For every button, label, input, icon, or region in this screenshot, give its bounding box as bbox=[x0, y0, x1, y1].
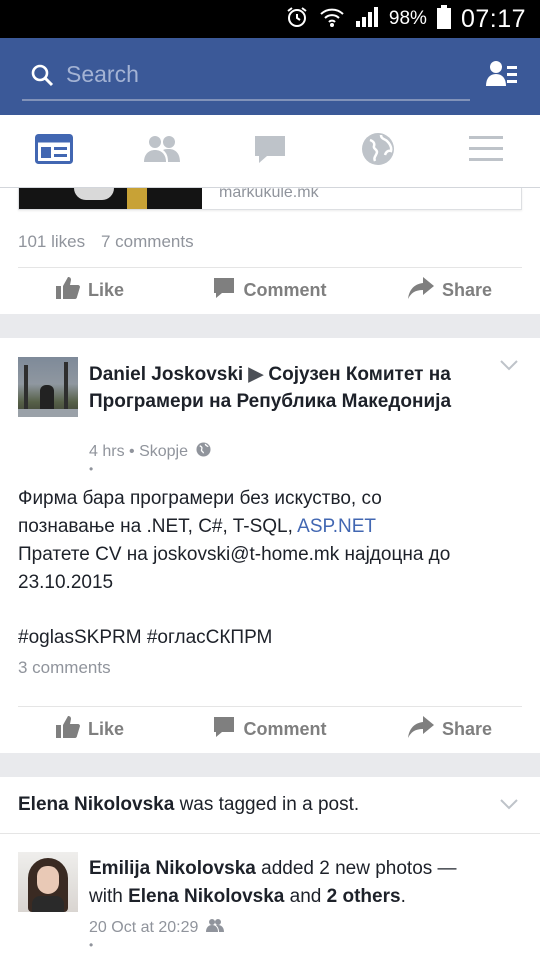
post-body: Фирма бара програмери без искуство, со п… bbox=[18, 485, 518, 652]
like-button[interactable]: Like bbox=[0, 267, 180, 313]
tab-friends[interactable] bbox=[108, 115, 216, 188]
post-text-line: 23.10.2015 bbox=[18, 572, 114, 593]
post-time[interactable]: 4 hrs • Skopje bbox=[89, 443, 188, 461]
post-text-line: Пратете CV на joskovski@t-home.mk најдоц… bbox=[18, 544, 451, 565]
story-time[interactable]: 20 Oct at 20:29 bbox=[89, 919, 198, 937]
globe-icon bbox=[361, 132, 395, 171]
news-feed: markukule.mk 101 likes 7 comments Like C… bbox=[0, 188, 540, 960]
tagged-story-card: Elena Nikolovska was tagged in a post. E… bbox=[0, 777, 540, 960]
share-icon bbox=[407, 276, 434, 304]
others-link[interactable]: 2 others bbox=[327, 886, 401, 907]
arrow-icon: ▶ bbox=[248, 364, 264, 385]
with-user-name[interactable]: Elena Nikolovska bbox=[128, 886, 284, 907]
comment-button[interactable]: Comment bbox=[180, 706, 360, 752]
battery-icon bbox=[436, 4, 451, 34]
tab-bar bbox=[0, 115, 540, 188]
meta-dot: • bbox=[89, 938, 94, 952]
thumbs-up-icon bbox=[55, 715, 80, 743]
post-header: Daniel Joskovski ▶ Сојузен Комитет на Пр… bbox=[89, 361, 489, 415]
avatar[interactable] bbox=[18, 357, 78, 417]
public-globe-icon bbox=[196, 442, 211, 462]
friends-icon bbox=[143, 135, 181, 168]
post-actions: Like Comment Share bbox=[0, 706, 540, 752]
story-text: Emilija Nikolovska added 2 new photos — … bbox=[89, 858, 457, 907]
share-button[interactable]: Share bbox=[360, 706, 540, 752]
share-label: Share bbox=[441, 279, 493, 300]
messages-icon bbox=[253, 134, 287, 169]
group-post-card: Daniel Joskovski ▶ Сојузен Комитет на Пр… bbox=[0, 338, 540, 753]
search-bar: Search bbox=[0, 38, 540, 115]
chevron-down-icon[interactable] bbox=[500, 797, 518, 815]
alarm-icon bbox=[285, 5, 309, 34]
avatar[interactable] bbox=[18, 852, 78, 912]
likes-count[interactable]: 101 likes bbox=[18, 232, 85, 252]
search-input[interactable]: Search bbox=[66, 61, 139, 88]
link-preview-image bbox=[19, 188, 202, 209]
like-button[interactable]: Like bbox=[0, 706, 180, 752]
comment-button[interactable]: Comment bbox=[180, 267, 360, 313]
meta-dot: • bbox=[89, 462, 94, 476]
wifi-icon bbox=[319, 6, 345, 33]
search-underline bbox=[22, 99, 470, 101]
clock: 07:17 bbox=[460, 4, 526, 33]
link-preview[interactable]: markukule.mk bbox=[18, 188, 522, 210]
comment-icon bbox=[213, 716, 235, 743]
divider bbox=[0, 833, 540, 834]
author-name[interactable]: Daniel Joskovski bbox=[89, 364, 243, 385]
like-label: Like bbox=[87, 718, 125, 739]
tab-messages[interactable] bbox=[216, 115, 324, 188]
previous-post-card: markukule.mk 101 likes 7 comments Like C… bbox=[0, 188, 540, 314]
friend-requests-icon[interactable] bbox=[486, 60, 518, 93]
news-feed-icon bbox=[35, 134, 73, 169]
share-label: Share bbox=[441, 718, 493, 739]
comment-label: Comment bbox=[243, 718, 327, 739]
tab-news-feed[interactable] bbox=[0, 115, 108, 188]
status-bar: 98% 07:17 bbox=[0, 0, 540, 38]
story-header: Elena Nikolovska was tagged in a post. bbox=[18, 794, 360, 815]
share-icon bbox=[407, 715, 434, 743]
search-icon[interactable] bbox=[30, 63, 54, 92]
comments-count[interactable]: 3 comments bbox=[18, 658, 111, 678]
signal-icon bbox=[355, 6, 379, 33]
comment-label: Comment bbox=[243, 279, 327, 300]
post-text-line: познавање на .NET, C#, T-SQL, ASP.NET bbox=[18, 516, 376, 537]
friends-audience-icon bbox=[206, 918, 225, 937]
tab-notifications[interactable] bbox=[324, 115, 432, 188]
thumbs-up-icon bbox=[55, 276, 80, 304]
aspnet-link[interactable]: ASP.NET bbox=[297, 516, 376, 537]
hashtags[interactable]: #oglasSKPRM #огласСКПРМ bbox=[18, 624, 518, 652]
post-text-line: Фирма бара програмери без искуство, со bbox=[18, 488, 382, 509]
story-meta: 20 Oct at 20:29 bbox=[89, 918, 225, 937]
story-author-name[interactable]: Emilija Nikolovska bbox=[89, 858, 256, 879]
tagged-user-name[interactable]: Elena Nikolovska bbox=[18, 794, 174, 815]
chevron-down-icon[interactable] bbox=[500, 358, 518, 376]
comment-icon bbox=[213, 277, 235, 304]
like-label: Like bbox=[87, 279, 125, 300]
post-actions: Like Comment Share bbox=[0, 267, 540, 313]
link-domain: markukule.mk bbox=[219, 188, 319, 201]
battery-percent: 98% bbox=[388, 8, 427, 29]
share-button[interactable]: Share bbox=[360, 267, 540, 313]
hamburger-menu-icon bbox=[469, 136, 503, 167]
comments-count[interactable]: 7 comments bbox=[101, 232, 194, 252]
tab-menu[interactable] bbox=[432, 115, 540, 188]
status-icons: 98% 07:17 bbox=[285, 4, 526, 34]
post-meta: 4 hrs • Skopje bbox=[89, 442, 211, 462]
